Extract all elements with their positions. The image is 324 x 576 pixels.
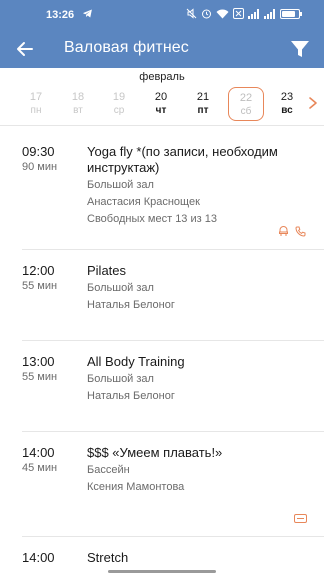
app-bar: Валовая фитнес [0, 30, 324, 68]
signal-icon [264, 8, 275, 19]
close-box-icon [233, 8, 244, 19]
class-time: 14:00 [22, 550, 55, 565]
class-time: 14:00 [22, 445, 55, 460]
telegram-icon [82, 9, 92, 18]
class-duration: 90 мин [22, 161, 58, 173]
battery-icon [280, 8, 302, 19]
calendar-day[interactable]: 18 вт [60, 87, 96, 121]
class-title: Stretch [87, 550, 129, 565]
class-seats: Свободных мест 13 из 13 [87, 213, 217, 225]
row-divider [22, 340, 324, 341]
phone-icon[interactable] [295, 226, 306, 237]
calendar-day[interactable]: 21 пт [185, 87, 221, 121]
class-trainer: Наталья Белоног [87, 390, 175, 402]
calendar-day[interactable]: 19 ср [101, 87, 137, 121]
class-time: 12:00 [22, 263, 55, 278]
class-title: $$$ «Умеем плавать!» [87, 445, 223, 460]
class-place: Большой зал [87, 282, 154, 294]
row-divider [22, 249, 324, 250]
schedule-item[interactable]: 12:00 55 мин Pilates Большой зал Наталья… [0, 263, 324, 339]
class-title: Yoga fly *(по записи, необходим инструкт… [87, 144, 278, 175]
class-place: Бассейн [87, 464, 130, 476]
class-place: Большой зал [87, 373, 154, 385]
page-title: Валовая фитнес [64, 39, 189, 56]
schedule-item[interactable]: 14:00 45 мин $$$ «Умеем плавать!» Бассей… [0, 445, 324, 535]
class-trainer: Анастасия Краснощек [87, 196, 200, 208]
class-duration: 45 мин [22, 462, 58, 474]
battery-level [282, 10, 295, 17]
status-bar: 13:26 [0, 0, 324, 30]
alarm-icon [202, 9, 211, 19]
filter-icon[interactable] [288, 37, 312, 61]
row-divider [22, 536, 324, 537]
class-title: Pilates [87, 263, 127, 278]
calendar-day-selected[interactable]: 22 сб [228, 87, 264, 121]
calendar-day[interactable]: 17 пн [18, 87, 54, 121]
class-time: 13:00 [22, 354, 55, 369]
booking-icon[interactable] [278, 226, 289, 237]
class-trainer: Наталья Белоног [87, 299, 175, 311]
class-place: Большой зал [87, 179, 154, 191]
class-trainer: Ксения Мамонтова [87, 481, 185, 493]
wifi-icon [216, 9, 229, 18]
calendar-days: 17 пн 18 вт 19 ср 20 чт 21 пт 22 сб 23 вс [0, 84, 324, 124]
home-indicator[interactable] [108, 570, 216, 573]
calendar-month: февраль [139, 71, 185, 83]
class-duration: 55 мин [22, 371, 58, 383]
status-time: 13:26 [46, 9, 75, 21]
signal-icon [248, 8, 259, 19]
class-duration: 55 мин [22, 280, 58, 292]
ticket-icon[interactable] [294, 514, 307, 523]
class-time: 09:30 [22, 144, 55, 159]
class-title: All Body Training [87, 354, 185, 369]
schedule-item[interactable]: 13:00 55 мин All Body Training Большой з… [0, 354, 324, 430]
status-icons [186, 8, 302, 19]
calendar-divider [0, 125, 324, 126]
calendar-day[interactable]: 20 чт [143, 87, 179, 121]
chevron-right-icon[interactable] [308, 96, 318, 110]
row-divider [22, 431, 324, 432]
mute-icon [186, 8, 197, 19]
schedule-item[interactable]: 09:30 90 мин Yoga fly *(по записи, необх… [0, 144, 324, 250]
back-arrow-icon[interactable] [12, 36, 38, 62]
calendar-day[interactable]: 23 вс [269, 87, 305, 121]
